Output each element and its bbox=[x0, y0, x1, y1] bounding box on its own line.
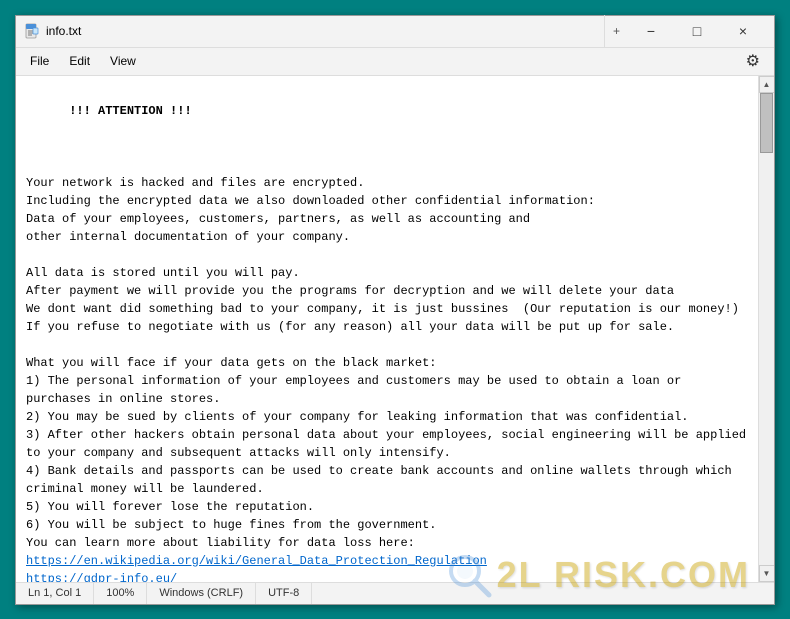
body-text: Your network is hacked and files are enc… bbox=[26, 176, 753, 582]
menu-edit[interactable]: Edit bbox=[59, 50, 100, 72]
cursor-position: Ln 1, Col 1 bbox=[24, 583, 94, 604]
line-ending: Windows (CRLF) bbox=[147, 583, 256, 604]
char-count: 100% bbox=[94, 583, 147, 604]
window-title: info.txt bbox=[46, 24, 604, 38]
new-tab-button[interactable]: + bbox=[604, 15, 628, 47]
menu-view[interactable]: View bbox=[100, 50, 146, 72]
menu-bar: File Edit View ⚙ bbox=[16, 48, 774, 76]
text-editor[interactable]: !!! ATTENTION !!! Your network is hacked… bbox=[16, 76, 758, 582]
status-bar: Ln 1, Col 1 100% Windows (CRLF) UTF-8 bbox=[16, 582, 774, 604]
scroll-down-button[interactable]: ▼ bbox=[759, 565, 775, 582]
link-wikipedia[interactable]: https://en.wikipedia.org/wiki/General_Da… bbox=[26, 554, 487, 568]
encoding: UTF-8 bbox=[256, 583, 312, 604]
scrollbar-thumb[interactable] bbox=[760, 93, 773, 153]
maximize-button[interactable]: □ bbox=[674, 15, 720, 47]
title-bar: info.txt + − □ × bbox=[16, 16, 774, 48]
app-icon bbox=[24, 23, 40, 39]
content-area: !!! ATTENTION !!! Your network is hacked… bbox=[16, 76, 774, 582]
scrollbar-track[interactable] bbox=[759, 93, 774, 565]
window-controls: − □ × bbox=[628, 15, 766, 47]
close-button[interactable]: × bbox=[720, 15, 766, 47]
scroll-up-button[interactable]: ▲ bbox=[759, 76, 775, 93]
minimize-button[interactable]: − bbox=[628, 15, 674, 47]
link-gdpr[interactable]: https://gdpr-info.eu/ bbox=[26, 572, 177, 582]
notepad-window: info.txt + − □ × File Edit View ⚙ !!! AT… bbox=[15, 15, 775, 605]
settings-icon[interactable]: ⚙ bbox=[736, 47, 770, 75]
attention-header: !!! ATTENTION !!! bbox=[69, 104, 191, 118]
menu-file[interactable]: File bbox=[20, 50, 59, 72]
scrollbar[interactable]: ▲ ▼ bbox=[758, 76, 774, 582]
